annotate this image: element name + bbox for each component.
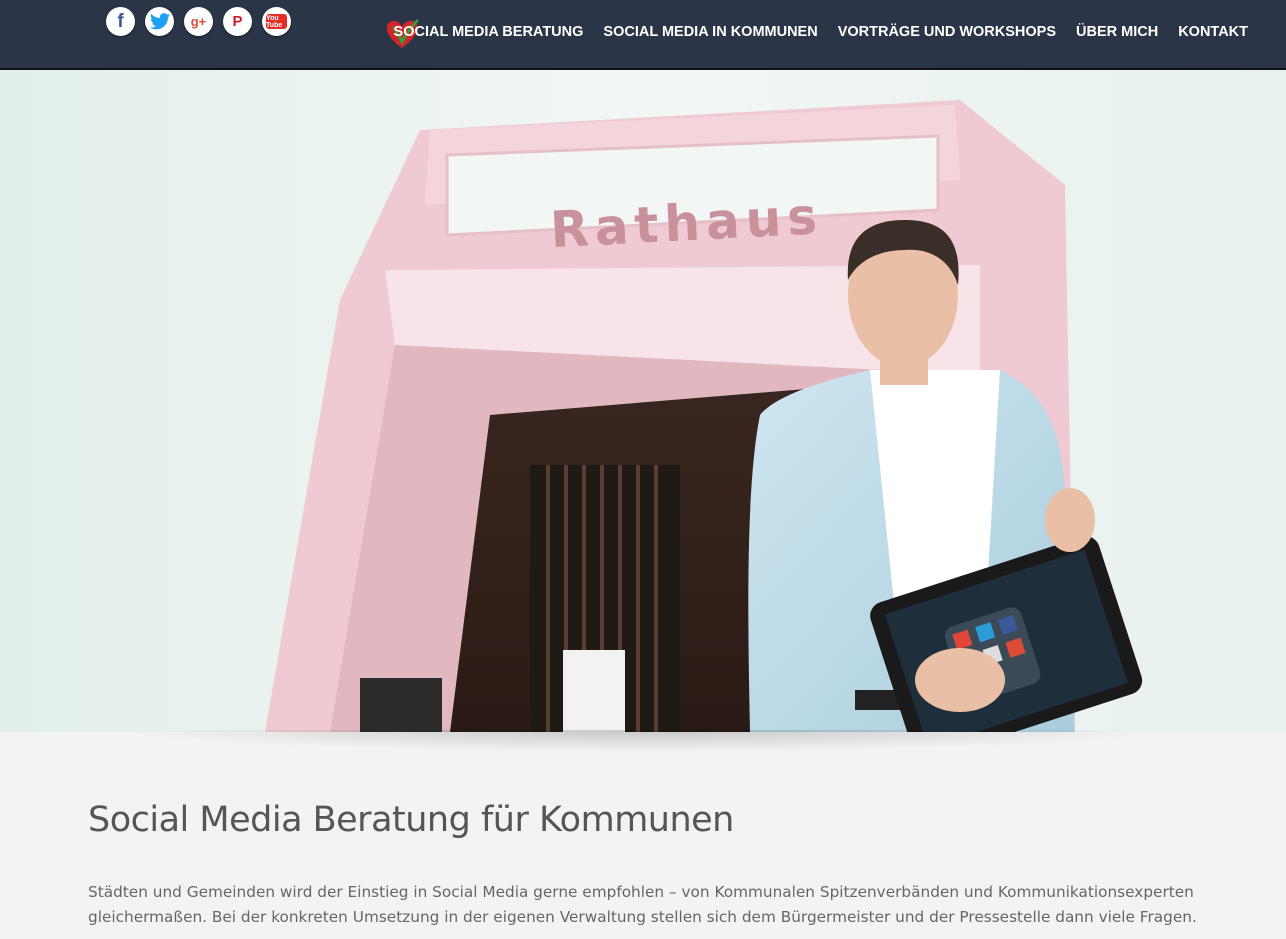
facebook-icon[interactable]: f (106, 7, 135, 36)
hero-shadow (120, 730, 1170, 752)
main-content: Social Media Beratung für Kommunen Städt… (88, 800, 1198, 930)
top-navigation-bar: f g+ P You Tube SOCIAL MEDIA BERATUNG SO… (0, 0, 1286, 70)
intro-paragraph: Städten und Gemeinden wird der Einstieg … (88, 883, 1197, 926)
youtube-glyph: You Tube (266, 14, 287, 29)
social-icons: f g+ P You Tube (106, 7, 291, 36)
hero-illustration: Rathaus (0, 70, 1286, 732)
google-plus-icon[interactable]: g+ (184, 7, 213, 36)
hero-image: Rathaus (0, 70, 1286, 732)
nav-item-vortraege-und-workshops[interactable]: VORTRÄGE UND WORKSHOPS (838, 24, 1056, 40)
twitter-bird-glyph (149, 13, 170, 30)
pinterest-icon[interactable]: P (223, 7, 252, 36)
google-plus-glyph: g+ (190, 14, 207, 29)
pinterest-glyph: P (232, 13, 243, 30)
nav-item-social-media-in-kommunen[interactable]: SOCIAL MEDIA IN KOMMUNEN (603, 24, 817, 40)
nav-item-ueber-mich[interactable]: ÜBER MICH (1076, 24, 1158, 40)
main-menu: SOCIAL MEDIA BERATUNG SOCIAL MEDIA IN KO… (394, 24, 1248, 40)
facebook-glyph: f (117, 11, 124, 32)
nav-item-social-media-beratung[interactable]: SOCIAL MEDIA BERATUNG (394, 24, 584, 40)
page-title: Social Media Beratung für Kommunen (88, 800, 734, 840)
twitter-icon[interactable] (145, 7, 174, 36)
nav-item-kontakt[interactable]: KONTAKT (1178, 24, 1248, 40)
youtube-icon[interactable]: You Tube (262, 7, 291, 36)
